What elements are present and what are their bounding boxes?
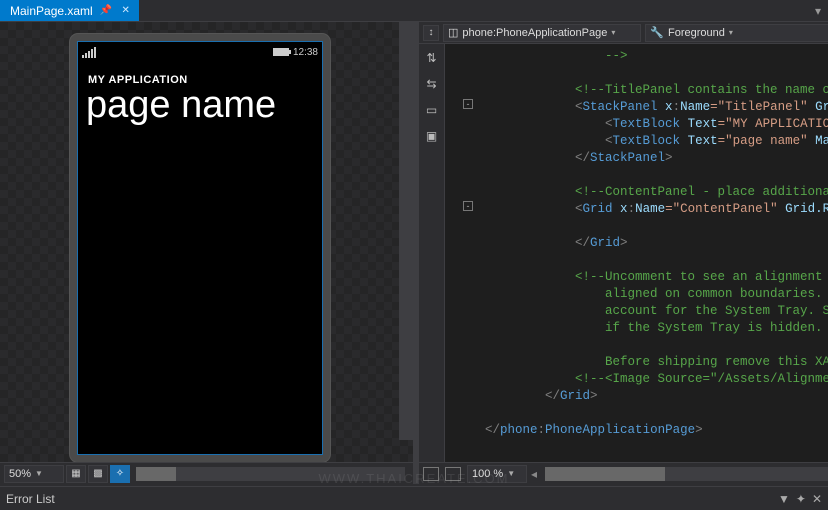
- design-surface[interactable]: 12:38 MY APPLICATION page name: [0, 22, 413, 462]
- battery-icon: [273, 48, 289, 56]
- grid-toggle-button[interactable]: ▦: [66, 465, 86, 483]
- close-icon[interactable]: ✕: [119, 4, 133, 18]
- code-zoom-value: 100 %: [472, 468, 503, 480]
- design-vertical-scrollbar[interactable]: [399, 22, 413, 440]
- xaml-code-pane: ↕ ◫ phone:PhoneApplicationPage ▾ 🔧 Foreg…: [419, 22, 828, 484]
- property-combo-value: Foreground: [668, 27, 725, 39]
- content-panel[interactable]: [86, 134, 314, 434]
- pin-icon[interactable]: 📌: [99, 4, 113, 18]
- designer-toolbar: 50% ▼ ▦ ▩ ✧: [0, 462, 413, 484]
- chevron-down-icon: ▼: [35, 469, 43, 478]
- code-gutter: - -: [445, 44, 481, 462]
- designer-tool-rail: ⇅ ⇆ ▭ ▣: [419, 44, 445, 462]
- status-time: 12:38: [293, 47, 318, 58]
- pin-icon[interactable]: ✦: [796, 492, 806, 506]
- code-bottom-toolbar: 100 % ▼ ◂ ▸: [419, 462, 828, 484]
- tab-overflow-button[interactable]: ▾: [808, 0, 828, 21]
- page-name-text: page name: [78, 86, 322, 130]
- chevron-down-icon: ▾: [729, 28, 733, 37]
- chevron-down-icon[interactable]: ▼: [778, 492, 790, 506]
- phone-screen[interactable]: 12:38 MY APPLICATION page name: [78, 42, 322, 454]
- app-title-text: MY APPLICATION: [78, 62, 322, 86]
- nav-left-icon[interactable]: ◂: [531, 467, 537, 481]
- code-zoom-combo[interactable]: 100 % ▼: [467, 465, 527, 483]
- close-icon[interactable]: ✕: [812, 492, 822, 506]
- element-combo-value: phone:PhoneApplicationPage: [462, 27, 607, 39]
- design-horizontal-scrollbar[interactable]: [136, 467, 405, 481]
- zoom-value: 50%: [9, 468, 31, 480]
- collapse-pane-icon[interactable]: ▣: [423, 128, 441, 144]
- fold-toggle-icon[interactable]: -: [463, 99, 473, 109]
- zoom-combo[interactable]: 50% ▼: [4, 465, 64, 483]
- code-horizontal-scrollbar[interactable]: [545, 467, 828, 481]
- document-tab-bar: MainPage.xaml 📌 ✕ ▾: [0, 0, 828, 22]
- phone-emulator-frame: 12:38 MY APPLICATION page name: [70, 34, 330, 462]
- document-tab-active[interactable]: MainPage.xaml 📌 ✕: [0, 0, 139, 21]
- code-navigation-bar: ↕ ◫ phone:PhoneApplicationPage ▾ 🔧 Foreg…: [419, 22, 828, 44]
- swap-panes-icon[interactable]: ⇅: [423, 50, 441, 66]
- tab-title: MainPage.xaml: [10, 4, 93, 18]
- xaml-designer-pane: 12:38 MY APPLICATION page name 50% ▼ ▦ ▩…: [0, 22, 413, 484]
- property-combo[interactable]: 🔧 Foreground ▾: [645, 24, 828, 42]
- horizontal-split-icon[interactable]: ⇆: [423, 76, 441, 92]
- phone-status-bar: 12:38: [78, 42, 322, 62]
- layout-vertical-icon[interactable]: [423, 467, 439, 481]
- vertical-split-icon[interactable]: ▭: [423, 102, 441, 118]
- error-list-panel-header[interactable]: Error List ▼ ✦ ✕: [0, 486, 828, 510]
- signal-icon: [82, 46, 96, 58]
- fold-toggle-icon[interactable]: -: [463, 201, 473, 211]
- nav-back-icon[interactable]: ↕: [423, 25, 439, 41]
- code-editor[interactable]: --> <!--TitlePanel contains the name of …: [481, 44, 828, 462]
- editor-split: 12:38 MY APPLICATION page name 50% ▼ ▦ ▩…: [0, 22, 828, 484]
- element-combo[interactable]: ◫ phone:PhoneApplicationPage ▾: [443, 24, 641, 42]
- chevron-down-icon: ▾: [611, 28, 615, 37]
- error-list-title: Error List: [6, 492, 55, 506]
- cube-icon: ◫: [448, 26, 458, 39]
- wrench-icon: 🔧: [650, 26, 664, 39]
- snap-lines-button[interactable]: ✧: [110, 465, 130, 483]
- layout-horizontal-icon[interactable]: [445, 467, 461, 481]
- chevron-down-icon: ▼: [507, 469, 515, 478]
- snap-toggle-button[interactable]: ▩: [88, 465, 108, 483]
